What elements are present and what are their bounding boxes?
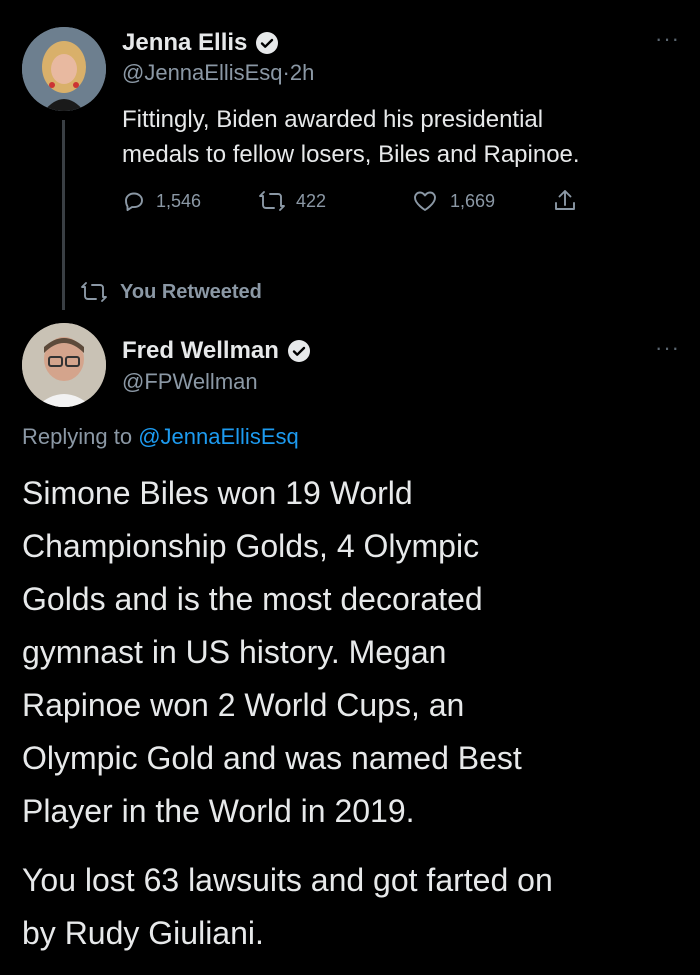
author-handle[interactable]: @FPWellman (122, 369, 258, 395)
reply-text: Simone Biles won 19 World Championship G… (22, 467, 553, 960)
reply-text-line: Olympic Gold and was named Best (22, 740, 522, 776)
verified-badge-icon (256, 32, 279, 54)
author-name[interactable]: Fred Wellman (122, 337, 279, 365)
profile-photo-icon (22, 27, 106, 111)
reply-text-line: You lost 63 lawsuits and got farted on (22, 862, 553, 898)
reply-action[interactable]: 1,546 (122, 189, 201, 213)
share-icon (555, 190, 575, 210)
profile-photo-icon (22, 323, 106, 407)
reply-text-line: Golds and is the most decorated (22, 581, 483, 617)
reply-icon (125, 192, 143, 212)
author-name[interactable]: Jenna Ellis (122, 29, 247, 57)
thread-line (62, 120, 65, 310)
tweet-text: Fittingly, Biden awarded his presidentia… (122, 102, 580, 172)
author-handle[interactable]: @JennaEllisEsq (122, 60, 283, 85)
timestamp[interactable]: 2h (290, 60, 314, 85)
retweet-icon (259, 191, 285, 211)
retweet-status-icon (81, 282, 107, 302)
retweet-count: 422 (296, 190, 327, 211)
like-action[interactable]: 1,669 (412, 189, 495, 213)
replying-to: Replying to @JennaEllisEsq (22, 424, 299, 450)
reply-text-line: gymnast in US history. Megan (22, 634, 447, 670)
separator: · (282, 60, 290, 85)
more-options-icon[interactable]: ··· (655, 335, 680, 361)
tweet-text-line: Fittingly, Biden awarded his presidentia… (122, 106, 544, 133)
retweet-status-label: You Retweeted (120, 280, 262, 303)
reply-text-line: Championship Golds, 4 Olympic (22, 528, 480, 564)
reply-count: 1,546 (156, 190, 202, 211)
replying-prefix: Replying to (22, 424, 133, 449)
verified-badge-icon (287, 340, 310, 362)
retweet-action[interactable]: 422 (258, 189, 326, 213)
retweet-status: You Retweeted (80, 280, 262, 304)
author-meta: @JennaEllisEsq·2h (122, 60, 314, 86)
share-action[interactable] (553, 188, 577, 219)
reply-text-line: by Rudy Giuliani. (22, 915, 264, 951)
replying-to-link[interactable]: @JennaEllisEsq (138, 424, 299, 449)
reply-text-line: Player in the World in 2019. (22, 793, 415, 829)
reply-text-line: Simone Biles won 19 World (22, 475, 413, 511)
avatar-jenna-ellis[interactable] (22, 27, 106, 111)
tweet-text-line: medals to fellow losers, Biles and Rapin… (122, 141, 580, 168)
like-count: 1,669 (450, 190, 496, 211)
heart-icon (414, 191, 436, 211)
reply-text-line: Rapinoe won 2 World Cups, an (22, 687, 465, 723)
more-options-icon[interactable]: ··· (655, 26, 680, 52)
avatar-fred-wellman[interactable] (22, 323, 106, 407)
